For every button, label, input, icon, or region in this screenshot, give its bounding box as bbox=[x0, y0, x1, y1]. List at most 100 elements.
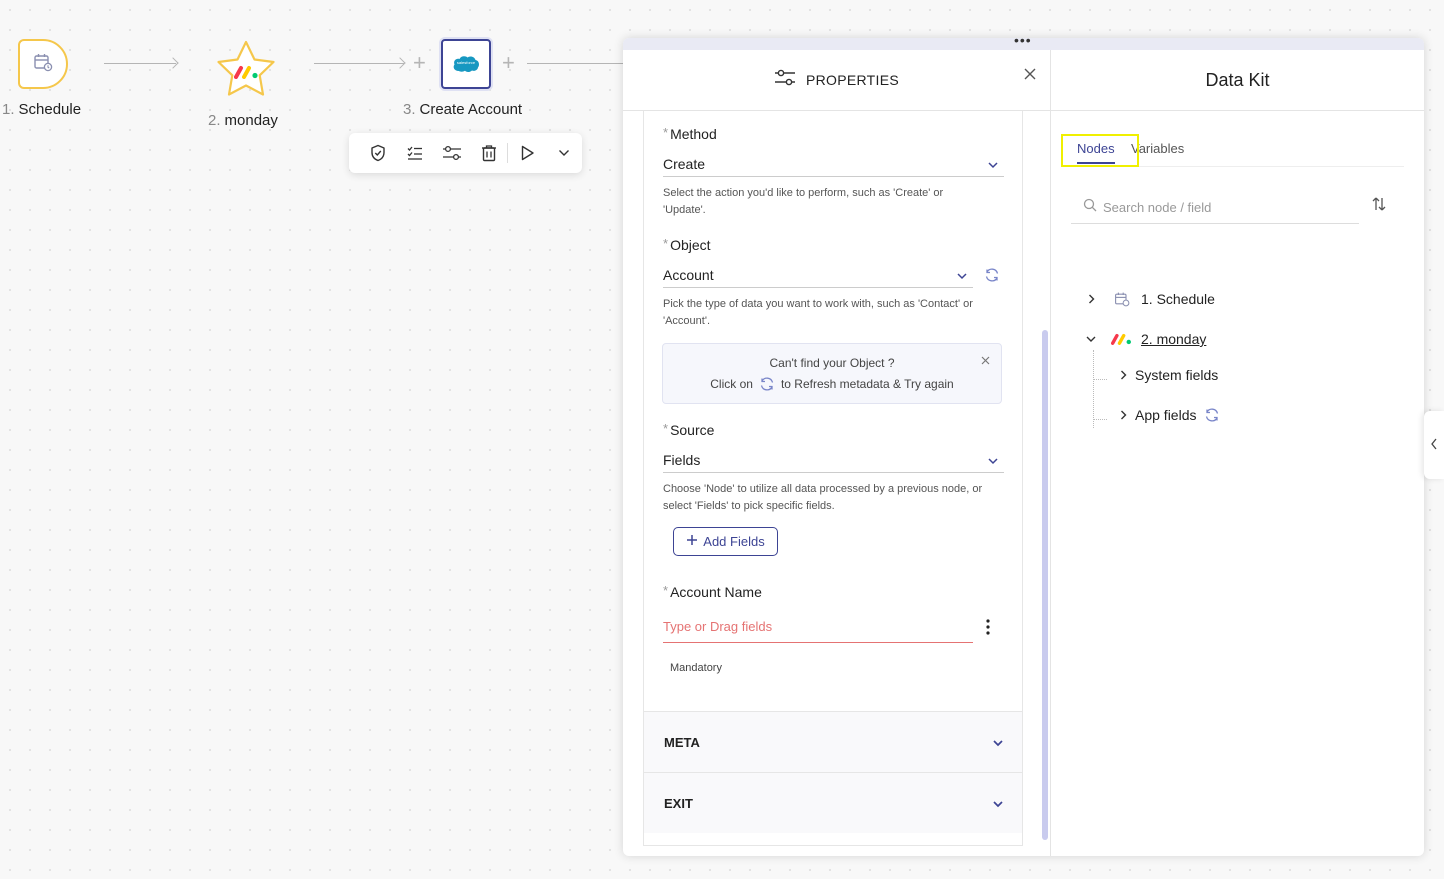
source-label-text: Source bbox=[670, 422, 715, 438]
add-fields-button[interactable]: Add Fields bbox=[673, 527, 778, 556]
data-kit-title: Data Kit bbox=[1051, 50, 1424, 111]
tree-guide-line bbox=[1093, 379, 1107, 380]
scrollbar[interactable] bbox=[1042, 330, 1048, 840]
monday-logo-icon bbox=[1107, 327, 1137, 351]
required-mark: * bbox=[663, 421, 669, 436]
node-name: Create Account bbox=[419, 101, 523, 118]
add-fields-label: Add Fields bbox=[703, 534, 765, 549]
chevron-right-icon bbox=[1117, 370, 1129, 380]
source-hint: Choose 'Node' to utilize all data proces… bbox=[663, 483, 983, 512]
refresh-icon[interactable] bbox=[984, 267, 1000, 288]
refresh-icon[interactable] bbox=[1204, 407, 1220, 423]
section-exit-label: EXIT bbox=[664, 795, 693, 811]
properties-column: PROPERTIES * Method Create Select the act… bbox=[623, 50, 1050, 856]
object-hint: Pick the type of data you want to work w… bbox=[663, 298, 973, 327]
account-name-placeholder: Type or Drag fields bbox=[663, 619, 773, 634]
account-name-label-text: Account Name bbox=[670, 584, 762, 600]
properties-header: PROPERTIES bbox=[623, 50, 1050, 111]
node-toolbar bbox=[349, 133, 582, 173]
node-name: monday bbox=[224, 112, 278, 129]
collapse-side-tab[interactable] bbox=[1424, 411, 1444, 479]
source-label: * Source bbox=[663, 421, 714, 438]
chevron-right-icon bbox=[1117, 410, 1129, 420]
tree-item-label: 2. monday bbox=[1141, 331, 1207, 347]
account-name-label: * Account Name bbox=[663, 583, 762, 600]
flow-node-label: 3. Create Account bbox=[403, 101, 522, 118]
chevron-down-icon[interactable] bbox=[545, 133, 582, 173]
notice-click-on: Click on bbox=[710, 377, 753, 391]
node-name: Schedule bbox=[18, 101, 82, 118]
method-hint: Select the action you'd like to perform,… bbox=[663, 187, 944, 216]
flow-node-monday[interactable]: 2. monday bbox=[200, 36, 310, 132]
chevron-left-icon bbox=[1431, 437, 1437, 453]
refresh-icon[interactable] bbox=[759, 376, 775, 392]
object-label-text: Object bbox=[670, 237, 711, 253]
calendar-clock-icon bbox=[1107, 287, 1137, 311]
tree-guide-line bbox=[1093, 419, 1107, 420]
notice-try-again: to Refresh metadata & Try again bbox=[780, 377, 954, 391]
notice-line-1: Can't find your Object ? bbox=[769, 356, 895, 370]
shield-check-icon[interactable] bbox=[359, 133, 396, 173]
source-value: Fields bbox=[663, 451, 701, 468]
tree-item-label: 1. Schedule bbox=[1141, 291, 1215, 307]
connector-line bbox=[104, 63, 176, 64]
search-field[interactable] bbox=[1071, 192, 1359, 224]
close-icon[interactable] bbox=[1024, 67, 1036, 85]
object-value: Account bbox=[663, 266, 714, 283]
node-number: 1. bbox=[2, 101, 15, 118]
salesforce-logo-icon: salesforce bbox=[451, 54, 481, 74]
object-select[interactable]: Account bbox=[663, 262, 973, 288]
checklist-icon[interactable] bbox=[396, 133, 433, 173]
method-value: Create bbox=[663, 155, 706, 172]
section-exit[interactable]: EXIT bbox=[644, 772, 1022, 833]
tree-item-label: System fields bbox=[1135, 367, 1219, 383]
tree-item-schedule[interactable]: 1. Schedule bbox=[1085, 287, 1215, 311]
calendar-clock-icon bbox=[33, 52, 53, 77]
tree-item-monday[interactable]: 2. monday bbox=[1085, 327, 1206, 351]
properties-sliders-icon bbox=[774, 68, 796, 93]
chevron-down-icon bbox=[993, 796, 1003, 811]
tree-guide-line bbox=[1093, 350, 1094, 428]
method-select[interactable]: Create bbox=[663, 151, 1004, 177]
tree-item-label: App fields bbox=[1135, 407, 1197, 423]
tree-item-system-fields[interactable]: System fields bbox=[1117, 367, 1218, 383]
source-select[interactable]: Fields bbox=[663, 447, 1004, 473]
chevron-right-icon bbox=[1085, 294, 1097, 304]
flow-node-label: 1. Schedule bbox=[2, 101, 81, 118]
play-icon[interactable] bbox=[508, 133, 545, 173]
properties-title: PROPERTIES bbox=[806, 72, 899, 88]
search-icon bbox=[1083, 198, 1097, 217]
required-mark: * bbox=[663, 125, 669, 140]
sort-icon[interactable] bbox=[1371, 196, 1387, 217]
account-name-input[interactable]: Type or Drag fields bbox=[663, 611, 973, 643]
refresh-metadata-notice: Can't find your Object ? Click on to Ref… bbox=[662, 343, 1002, 404]
method-label: * Method bbox=[663, 125, 717, 142]
trash-icon[interactable] bbox=[470, 133, 507, 173]
flow-node-label: 2. monday bbox=[208, 112, 278, 129]
section-meta-label: META bbox=[664, 734, 700, 750]
sliders-icon[interactable] bbox=[433, 133, 470, 173]
monday-logo-icon bbox=[234, 65, 260, 84]
chevron-down-icon bbox=[1085, 336, 1097, 343]
section-meta[interactable]: META bbox=[644, 711, 1022, 772]
connector-line bbox=[314, 63, 404, 64]
node-number: 3. bbox=[403, 101, 416, 118]
plus-icon bbox=[686, 534, 698, 549]
close-icon[interactable] bbox=[981, 354, 990, 368]
connector-line bbox=[527, 63, 623, 64]
kebab-menu-icon[interactable] bbox=[986, 619, 990, 640]
search-input[interactable] bbox=[1103, 200, 1343, 215]
node-number: 2. bbox=[208, 112, 221, 129]
flow-node-schedule[interactable]: 1. Schedule bbox=[0, 38, 100, 128]
chevron-down-icon bbox=[993, 735, 1003, 750]
more-dots-icon[interactable]: ••• bbox=[1014, 38, 1032, 48]
panel-drag-handle[interactable]: ••• bbox=[623, 38, 1424, 50]
chevron-down-icon bbox=[988, 452, 998, 468]
properties-panel: ••• PROPERTIES * Method Create Select the… bbox=[623, 38, 1424, 856]
highlight-box bbox=[1061, 134, 1139, 167]
tree-item-app-fields[interactable]: App fields bbox=[1117, 407, 1220, 423]
arrow-right-icon bbox=[167, 57, 179, 69]
mandatory-note: Mandatory bbox=[670, 662, 722, 674]
add-node-plus-icon[interactable]: + bbox=[502, 52, 515, 74]
chevron-down-icon bbox=[957, 267, 967, 283]
